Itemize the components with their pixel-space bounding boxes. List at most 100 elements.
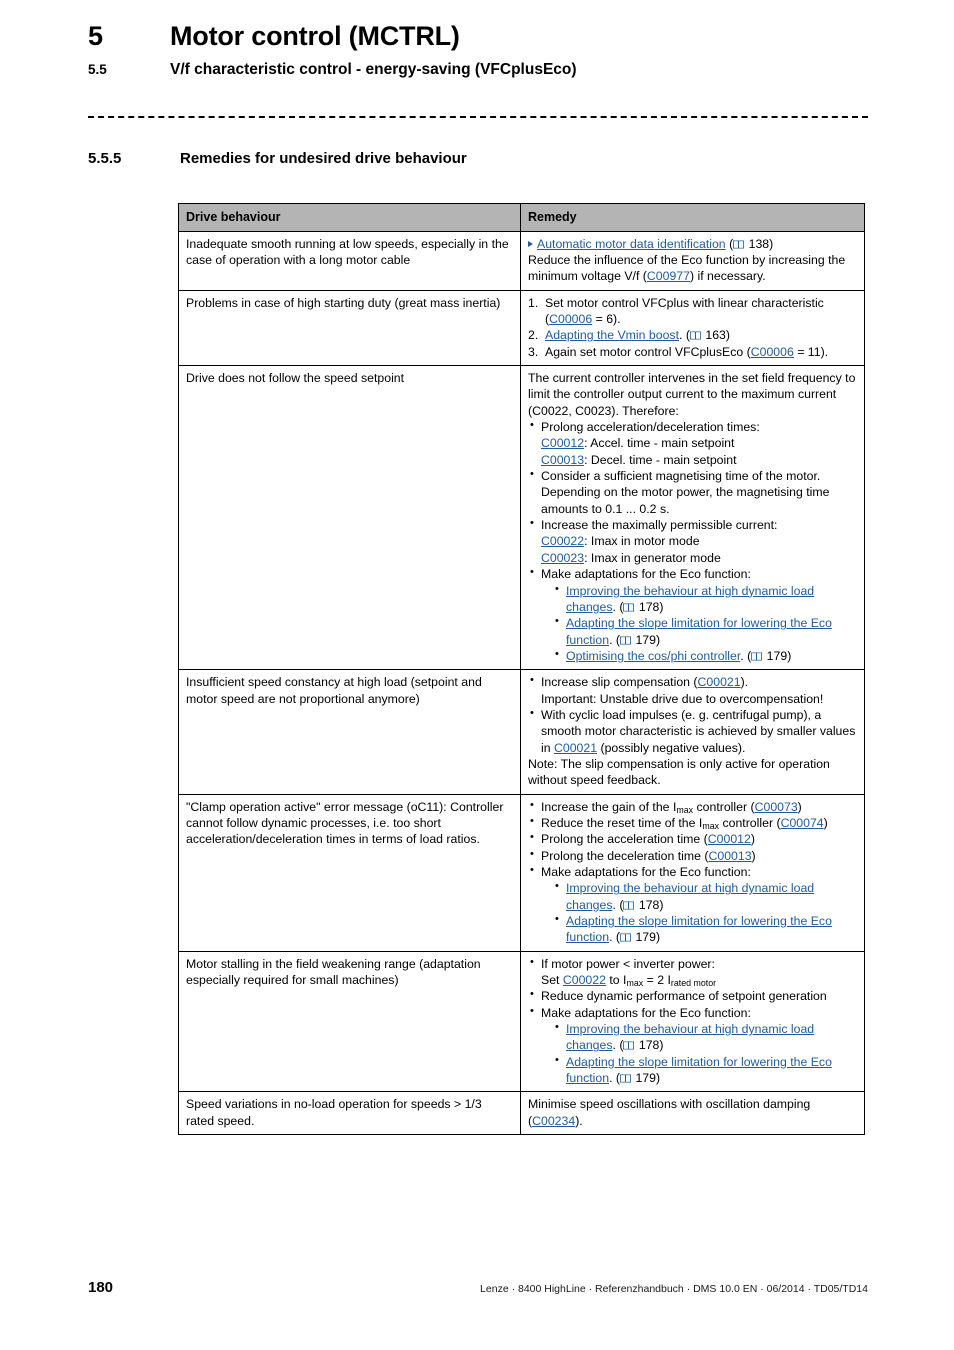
list-item: Adapting the slope limitation for loweri…	[554, 1053, 857, 1087]
param-link-c00022[interactable]: C00022	[541, 534, 584, 548]
list-item: Optimising the cos/phi controller. ( 179…	[554, 647, 857, 664]
remedy-sub-bullet-list: Improving the behaviour at high dynamic …	[541, 582, 857, 665]
param-link-c00234[interactable]: C00234	[532, 1114, 575, 1128]
list-item: Improving the behaviour at high dynamic …	[554, 879, 857, 913]
cell-remedy: Minimise speed oscillations with oscilla…	[520, 1091, 865, 1136]
param-link-c00073[interactable]: C00073	[755, 800, 798, 814]
step-text-tail: = 6).	[592, 312, 621, 326]
bullet-text: If motor power < inverter power:	[541, 956, 715, 971]
link-improving-behaviour-dynamic-load[interactable]: Improving the behaviour at high dynamic …	[566, 584, 814, 614]
page-number: 163	[705, 328, 726, 343]
bullet-text-tail: ).	[740, 675, 749, 690]
page-number: 179	[635, 632, 656, 647]
subscript-max: max	[626, 978, 644, 989]
bullet-text: Increase slip compensation (	[541, 675, 698, 690]
param-link-c00012-accel[interactable]: C00012	[708, 832, 751, 846]
list-item: Improving the behaviour at high dynamic …	[554, 1020, 857, 1054]
page-reference: ( 179)	[615, 930, 661, 945]
param-link-c00022[interactable]: C00022	[563, 973, 606, 987]
param-line: C00013: Decel. time - main setpoint	[541, 452, 857, 468]
bullet-text-tail: )	[823, 815, 828, 830]
bullet-text-tail: )	[751, 848, 756, 863]
bullet-text: Prolong the deceleration time (	[541, 848, 709, 863]
remedy-intro: The current controller intervenes in the…	[528, 371, 856, 418]
header-divider	[88, 116, 868, 118]
page-number: 178	[638, 1038, 660, 1053]
param-link-c00013-decel[interactable]: C00013	[708, 849, 751, 863]
page-number: 179	[635, 1071, 656, 1086]
column-header-drive-behaviour: Drive behaviour	[178, 203, 521, 232]
step-text-tail: = 11).	[793, 344, 829, 359]
page-number: 138	[748, 236, 770, 251]
formula-prefix: Set	[541, 973, 563, 988]
page-number: 178	[638, 599, 660, 614]
table-row: Motor stalling in the field weakening ra…	[178, 950, 865, 1093]
list-item: Prolong the acceleration time (C00012)	[528, 830, 857, 847]
param-link-c00006[interactable]: C00006	[549, 312, 592, 326]
remedy-bullet-list: Prolong acceleration/deceleration times:…	[528, 418, 857, 665]
link-adapting-slope-limitation[interactable]: Adapting the slope limitation for loweri…	[566, 616, 832, 646]
link-automatic-motor-data-identification[interactable]: Automatic motor data identification	[537, 237, 726, 251]
remedy-note: Note: The slip compensation is only acti…	[528, 756, 830, 788]
param-line: C00012: Accel. time - main setpoint	[541, 435, 857, 451]
param-desc: : Decel. time - main setpoint	[584, 452, 737, 467]
list-item: Reduce dynamic performance of setpoint g…	[528, 987, 857, 1004]
page-header: 5 Motor control (MCTRL) 5.5 V/f characte…	[88, 21, 868, 79]
param-link-c00074[interactable]: C00074	[781, 816, 824, 830]
param-link-c00023[interactable]: C00023	[541, 551, 584, 565]
formula-eq: = 2 I	[643, 973, 671, 988]
remedy-sub-bullet-list: Improving the behaviour at high dynamic …	[541, 879, 857, 945]
link-improving-behaviour-dynamic-load[interactable]: Improving the behaviour at high dynamic …	[566, 881, 814, 911]
page-number: 179	[766, 648, 788, 663]
step-text: Again set motor control VFCplusEco (	[545, 344, 751, 359]
cell-remedy: Set motor control VFCplus with linear ch…	[520, 289, 865, 367]
list-item: Make adaptations for the Eco function: I…	[528, 565, 857, 665]
page-reference: ( 178)	[619, 1038, 664, 1053]
bullet-text-tail: (possibly negative values).	[597, 740, 746, 755]
remedies-table: Drive behaviour Remedy Inadequate smooth…	[178, 203, 865, 1136]
bullet-note: Important: Unstable drive due to overcom…	[541, 691, 824, 706]
cell-drive-behaviour: Inadequate smooth running at low speeds,…	[178, 230, 521, 291]
cell-drive-behaviour: Drive does not follow the speed setpoint	[178, 365, 521, 671]
remedy-sub-bullet-list: Improving the behaviour at high dynamic …	[541, 1020, 857, 1087]
param-link-c00013[interactable]: C00013	[541, 453, 584, 467]
page-footer: 180 Lenze · 8400 HighLine · Referenzhand…	[88, 1279, 868, 1296]
bullet-text-mid: controller (	[693, 799, 755, 814]
bullet-text: Increase the gain of the I	[541, 799, 677, 814]
list-item: Increase the gain of the Imax controller…	[528, 798, 857, 815]
cell-drive-behaviour: Speed variations in no-load operation fo…	[178, 1091, 521, 1136]
page-reference: ( 163)	[685, 328, 731, 343]
page-number: 179	[635, 930, 656, 945]
param-link-c00021[interactable]: C00021	[698, 675, 741, 689]
remedy-bullet-list: Increase the gain of the Imax controller…	[528, 798, 857, 946]
list-item: Prolong acceleration/deceleration times:…	[528, 418, 857, 468]
table-row: "Clamp operation active" error message (…	[178, 793, 865, 952]
param-link-c00021-second[interactable]: C00021	[554, 741, 597, 755]
footer-document-info: Lenze · 8400 HighLine · Referenzhandbuch…	[480, 1283, 868, 1295]
param-link-c00006-again[interactable]: C00006	[751, 345, 794, 359]
chapter-title: Motor control (MCTRL)	[170, 21, 460, 51]
bullet-text: Prolong acceleration/deceleration times:	[541, 420, 760, 435]
bullet-text: Make adaptations for the Eco function:	[541, 567, 751, 582]
cell-remedy: Increase slip compensation (C00021).Impo…	[520, 669, 865, 795]
subscript-max: max	[676, 804, 694, 815]
param-link-c00012[interactable]: C00012	[541, 436, 584, 450]
page-reference: ( 179)	[747, 648, 792, 663]
link-adapting-slope-limitation[interactable]: Adapting the slope limitation for loweri…	[566, 1055, 832, 1085]
list-item: Again set motor control VFCplusEco (C000…	[528, 344, 857, 361]
cell-remedy: The current controller intervenes in the…	[520, 365, 865, 671]
param-link-c00977[interactable]: C00977	[647, 269, 690, 283]
link-adapting-slope-limitation[interactable]: Adapting the slope limitation for loweri…	[566, 914, 832, 944]
remedies-table-wrapper: Drive behaviour Remedy Inadequate smooth…	[178, 203, 865, 1136]
list-item: Consider a sufficient magnetising time o…	[528, 467, 857, 517]
param-desc: : Imax in motor mode	[584, 534, 700, 549]
link-adapting-vmin-boost[interactable]: Adapting the Vmin boost	[545, 328, 679, 342]
list-item: With cyclic load impulses (e. g. centrif…	[528, 706, 857, 756]
link-improving-behaviour-dynamic-load[interactable]: Improving the behaviour at high dynamic …	[566, 1022, 814, 1052]
bullet-text: Prolong the acceleration time (	[541, 832, 708, 847]
triangle-bullet-icon	[528, 240, 533, 247]
link-optimising-cos-phi-controller[interactable]: Optimising the cos/phi controller	[566, 649, 740, 663]
bullet-text-tail: )	[797, 799, 802, 814]
cell-remedy: If motor power < inverter power: Set C00…	[520, 950, 865, 1093]
subsection-heading: 5.5.5 Remedies for undesired drive behav…	[88, 150, 467, 167]
